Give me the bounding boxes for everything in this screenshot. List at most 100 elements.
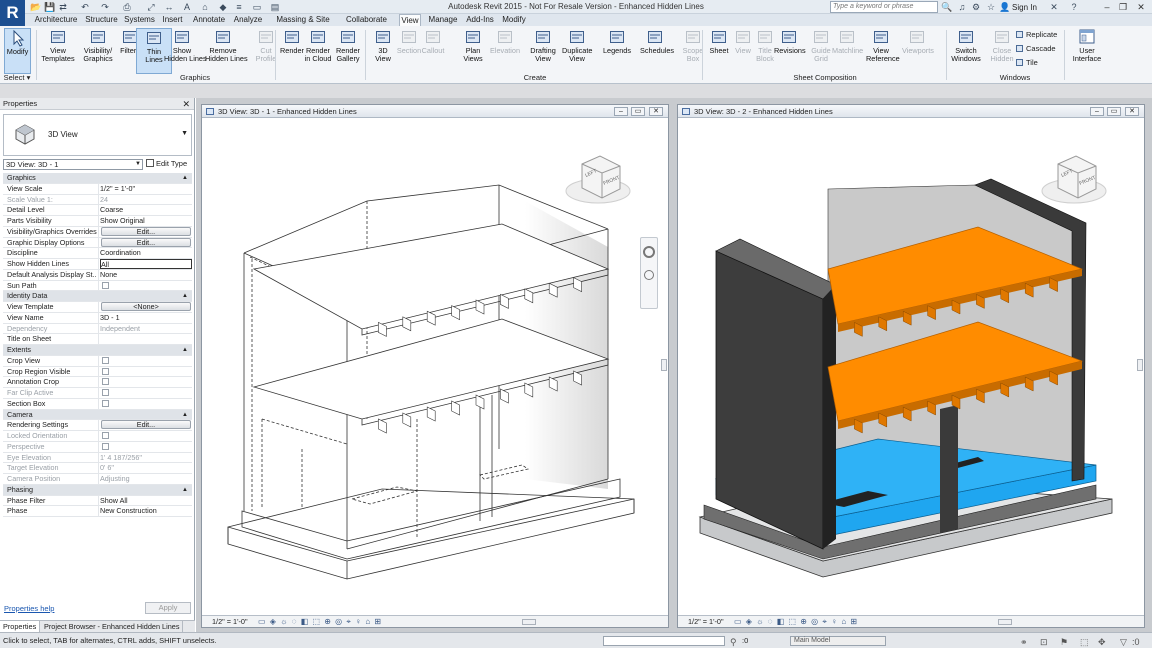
switch-windows-button[interactable]: Switch Windows <box>950 28 982 74</box>
collapse-icon[interactable]: ▲ <box>182 291 188 301</box>
view-minimize-button[interactable]: – <box>1090 107 1104 116</box>
restore-button[interactable]: ❐ <box>1116 1 1130 13</box>
property-view-name[interactable]: View Name 3D - 1 <box>3 312 192 324</box>
navigation-bar[interactable] <box>640 237 658 309</box>
replicate-button[interactable]: Replicate <box>1016 30 1057 40</box>
property-show-hidden-lines[interactable]: Show Hidden Lines All <box>3 259 192 270</box>
view-canvas[interactable]: LEFT FRONT <box>202 119 668 615</box>
close-icon[interactable]: ✕ <box>182 98 190 110</box>
search-icon[interactable]: 🔍 <box>941 1 953 13</box>
property-phase[interactable]: Phase New Construction <box>3 506 192 517</box>
show-hidden-lines-button[interactable]: Show Hidden Lines <box>164 28 207 74</box>
modify-button[interactable]: Modify <box>4 28 31 74</box>
section-camera[interactable]: Camera ▲ <box>3 409 192 421</box>
view-scale[interactable]: 1/2" = 1'-0" <box>688 616 724 627</box>
apply-button[interactable]: Apply <box>145 602 191 614</box>
visibility-graphics-overrides-edit-button[interactable]: Edit... <box>101 226 191 236</box>
horizontal-scrollbar[interactable] <box>858 619 1128 625</box>
tab-analyze[interactable]: Analyze <box>232 14 264 26</box>
property-title-on-sheet[interactable]: Title on Sheet <box>3 334 192 345</box>
legends-button[interactable]: Legends <box>602 28 632 74</box>
view-close-button[interactable]: ✕ <box>649 107 663 116</box>
sign-in-link[interactable]: Sign In <box>1012 3 1037 12</box>
sun-path-checkbox[interactable] <box>102 281 109 289</box>
vertical-scrollbar[interactable] <box>1137 359 1143 371</box>
collapse-icon[interactable]: ▲ <box>182 345 188 355</box>
visibility-graphics-button[interactable]: Visibility/ Graphics <box>80 28 116 74</box>
select-pinned-icon[interactable]: ⚑ <box>1060 635 1068 648</box>
view-minimize-button[interactable]: – <box>614 107 628 116</box>
close-button[interactable]: ✕ <box>1134 1 1148 13</box>
exchange-icon[interactable]: ✕ <box>1048 1 1060 13</box>
favorites-icon[interactable]: ☆ <box>985 1 997 13</box>
view-control-icons[interactable]: ▭ ◈ ☼ ◌ ◧ ⬚ ⊕ ◎ ⌖ ♀ ⌂ ⊞ <box>734 616 858 627</box>
drag-elements-icon[interactable]: ✥ <box>1098 635 1106 648</box>
section-extents[interactable]: Extents ▲ <box>3 345 192 356</box>
collapse-icon[interactable]: ▲ <box>182 173 188 183</box>
property-default-analysis-display-st[interactable]: Default Analysis Display St... None <box>3 269 192 281</box>
vertical-scrollbar[interactable] <box>661 359 667 371</box>
view-title-bar[interactable]: 3D View: 3D - 1 - Enhanced Hidden Lines … <box>202 105 668 118</box>
property-view-scale[interactable]: View Scale 1/2" = 1'-0" <box>3 183 192 195</box>
property-crop-region-visible[interactable]: Crop Region Visible <box>3 366 192 378</box>
section-phasing[interactable]: Phasing ▲ <box>3 484 192 496</box>
property-discipline[interactable]: Discipline Coordination <box>3 248 192 259</box>
schedules-button[interactable]: Schedules <box>640 28 674 74</box>
property-view-template[interactable]: View Template <None> <box>3 302 192 313</box>
collapse-icon[interactable]: ▲ <box>182 485 188 495</box>
property-parts-visibility[interactable]: Parts Visibility Show Original <box>3 216 192 227</box>
chevron-down-icon[interactable]: ▼ <box>181 130 188 137</box>
property-rendering-settings[interactable]: Rendering Settings Edit... <box>3 420 192 431</box>
revit-logo-icon[interactable]: R <box>0 0 25 26</box>
tab-insert[interactable]: Insert <box>160 14 185 26</box>
editable-only-icon[interactable]: ⚲ <box>730 635 737 648</box>
plan-views-button[interactable]: Plan Views <box>458 28 488 74</box>
edit-type-button[interactable]: Edit Type <box>146 158 192 170</box>
duplicate-view-button[interactable]: Duplicate View <box>562 28 592 74</box>
property-section-box[interactable]: Section Box <box>3 398 192 410</box>
property-visibility-graphics-overrides[interactable]: Visibility/Graphics Overrides Edit... <box>3 226 192 238</box>
show-hidden-lines-field[interactable]: All <box>100 259 192 269</box>
section-identity-data[interactable]: Identity Data ▲ <box>3 291 192 302</box>
tab-project-browser[interactable]: Project Browser - Enhanced Hidden Lines <box>41 621 184 632</box>
collapse-icon[interactable]: ▲ <box>182 410 188 420</box>
property-annotation-crop[interactable]: Annotation Crop <box>3 377 192 388</box>
property-graphic-display-options[interactable]: Graphic Display Options Edit... <box>3 237 192 249</box>
section-box-checkbox[interactable] <box>102 399 109 407</box>
cascade-button[interactable]: Cascade <box>1016 44 1056 54</box>
tab-collaborate[interactable]: Collaborate <box>343 14 390 26</box>
property-sun-path[interactable]: Sun Path <box>3 280 192 292</box>
subscription-icon[interactable]: ♫ <box>956 1 968 13</box>
zoom-icon[interactable] <box>644 270 654 280</box>
help-icon[interactable]: ? <box>1068 1 1080 13</box>
view-scale[interactable]: 1/2" = 1'-0" <box>212 616 248 627</box>
tab-annotate[interactable]: Annotate <box>191 14 227 26</box>
render-button[interactable]: Render <box>278 28 306 74</box>
properties-help-link[interactable]: Properties help <box>4 604 54 613</box>
design-option-dropdown[interactable]: Main Model <box>790 636 886 646</box>
type-selector[interactable]: 3D View ▼ <box>3 114 192 156</box>
property-detail-level[interactable]: Detail Level Coarse <box>3 205 192 216</box>
section-graphics[interactable]: Graphics ▲ <box>3 173 192 184</box>
select-dropdown[interactable]: Select ▾ <box>0 73 34 83</box>
communication-icon[interactable]: ⚙ <box>970 1 982 13</box>
view-canvas[interactable]: LEFT FRONT <box>678 119 1144 615</box>
user-interface-button[interactable]: User Interface <box>1068 28 1106 74</box>
tab-structure[interactable]: Structure <box>84 14 119 26</box>
filter-icon[interactable]: ▽ <box>1120 635 1127 648</box>
tab-add-ins[interactable]: Add-Ins <box>463 14 497 26</box>
rendering-settings-edit-button[interactable]: Edit... <box>101 420 191 430</box>
minimize-button[interactable]: – <box>1100 1 1114 13</box>
select-underlay-icon[interactable]: ⊡ <box>1040 635 1048 648</box>
revisions-button[interactable]: Revisions <box>774 28 806 74</box>
render-gallery-button[interactable]: Render Gallery <box>334 28 362 74</box>
viewcube-icon[interactable]: LEFT FRONT <box>1041 155 1107 204</box>
view-title-bar[interactable]: 3D View: 3D - 2 - Enhanced Hidden Lines … <box>678 105 1144 118</box>
tab-systems[interactable]: Systems <box>123 14 156 26</box>
graphic-display-options-edit-button[interactable]: Edit... <box>101 237 191 247</box>
crop-view-checkbox[interactable] <box>102 356 109 364</box>
view-reference-button[interactable]: View Reference <box>866 28 900 74</box>
horizontal-scrollbar[interactable] <box>382 619 652 625</box>
remove-hidden-lines-button[interactable]: Remove Hidden Lines <box>205 28 248 74</box>
search-input[interactable]: Type a keyword or phrase <box>830 1 938 13</box>
